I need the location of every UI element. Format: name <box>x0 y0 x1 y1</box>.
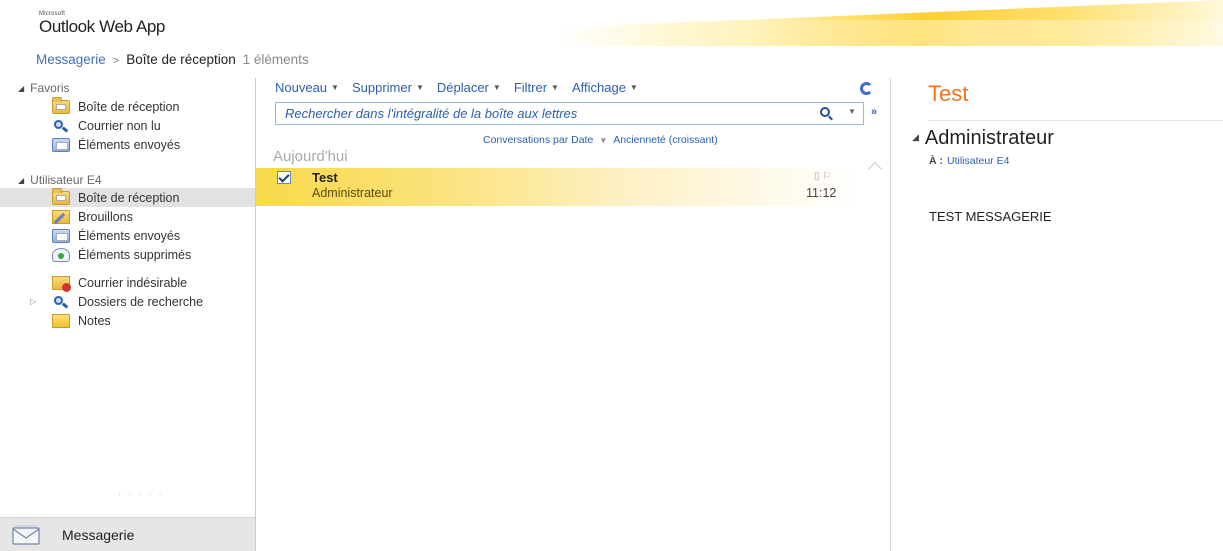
folder-item-junk[interactable]: Courrier indésirable <box>52 273 187 292</box>
mailbox-label: Utilisateur E4 <box>30 173 102 187</box>
message-subject-heading: Test <box>928 81 969 106</box>
folder-item-notes[interactable]: Notes <box>52 311 111 330</box>
chevron-down-icon: ▼ <box>599 136 608 145</box>
message-time: 11:12 <box>806 186 837 200</box>
delete-button[interactable]: Supprimer ▼ <box>352 80 424 95</box>
message-sender: Administrateur <box>312 186 393 200</box>
collapse-triangle-icon: ◢ <box>912 132 919 142</box>
mail-module-button[interactable]: Messagerie <box>0 517 255 551</box>
inbox-folder-icon <box>52 96 70 114</box>
inbox-folder-icon <box>52 187 70 205</box>
list-toolbar: Nouveau ▼ Supprimer ▼ Déplacer ▼ Filtrer ▼ A… <box>275 80 651 95</box>
nav-item-label: Boîte de réception <box>78 99 180 114</box>
breadcrumb-separator: > <box>112 55 120 67</box>
breadcrumb: Messagerie > Boîte de réception 1 éléments <box>36 52 309 67</box>
chevron-down-icon: ▼ <box>492 83 501 92</box>
search-options-chevron-icon[interactable]: ▼ <box>848 107 856 116</box>
deleted-items-icon <box>52 247 70 262</box>
collapse-triangle-icon: ◢ <box>18 175 25 185</box>
message-checkbox[interactable] <box>277 171 291 184</box>
nav-item-label: Boîte de réception <box>78 190 180 205</box>
app-logo: Microsoft Outlook Web App <box>39 11 165 37</box>
nav-item-label: Brouillons <box>78 209 133 224</box>
brand-name: Outlook Web App <box>39 17 165 36</box>
search-input[interactable] <box>276 103 816 124</box>
arrange-by-button[interactable]: Conversations par Date <box>483 134 593 146</box>
favorites-item-sent[interactable]: Éléments envoyés <box>52 135 180 154</box>
search-icon[interactable] <box>820 107 830 117</box>
scroll-up-icon[interactable] <box>867 161 883 177</box>
filter-button[interactable]: Filtrer ▼ <box>514 80 559 95</box>
message-row[interactable]: Test Administrateur ▯ ⚐ 11:12 <box>256 168 856 206</box>
nav-item-label: Courrier indésirable <box>78 275 188 290</box>
flag-icon[interactable]: ▯ ⚐ <box>814 171 831 182</box>
expand-arrow-icon[interactable]: ▷ <box>30 297 36 306</box>
expand-search-icon[interactable]: » <box>871 106 877 118</box>
notes-icon <box>52 313 70 328</box>
sort-order-button[interactable]: Ancienneté (croissant) <box>613 134 717 146</box>
favorites-item-unread[interactable]: Courrier non lu <box>52 116 161 135</box>
nav-item-label: Éléments envoyés <box>78 228 181 243</box>
sort-bar: Conversations par Date ▼ Ancienneté (crois… <box>483 134 718 146</box>
sent-items-icon <box>52 228 70 243</box>
folder-item-sent[interactable]: Éléments envoyés <box>52 226 180 245</box>
folder-item-deleted[interactable]: Éléments supprimés <box>52 245 191 264</box>
favorites-section-header[interactable]: ◢ Favoris <box>18 81 70 95</box>
sender-name: Administrateur <box>924 127 1054 149</box>
mailbox-section-header[interactable]: ◢ Utilisateur E4 <box>18 173 102 187</box>
message-list-pane: Nouveau ▼ Supprimer ▼ Déplacer ▼ Filtrer ▼ A… <box>256 78 891 551</box>
view-button[interactable]: Affichage ▼ <box>572 80 638 95</box>
breadcrumb-current: Boîte de réception <box>126 52 236 67</box>
resize-grip[interactable]: · · · · · <box>118 489 164 500</box>
collapse-triangle-icon: ◢ <box>18 83 25 93</box>
reading-pane: Test ◢ Administrateur À : Utilisateur E4 T… <box>892 78 1223 551</box>
chevron-down-icon: ▼ <box>551 83 559 92</box>
search-folder-icon <box>52 119 70 133</box>
folder-item-search-folders[interactable]: Dossiers de recherche <box>52 292 203 311</box>
chevron-down-icon: ▼ <box>629 83 638 92</box>
app-header: Microsoft Outlook Web App <box>0 0 1223 46</box>
favorites-label: Favoris <box>30 81 70 95</box>
recipients-line: À : Utilisateur E4 <box>929 155 1009 167</box>
message-sender-header[interactable]: ◢ Administrateur <box>912 127 1054 150</box>
nav-item-label: Courrier non lu <box>78 118 161 133</box>
breadcrumb-root-link[interactable]: Messagerie <box>36 52 106 67</box>
item-count: 1 éléments <box>242 52 309 67</box>
recipient-link[interactable]: Utilisateur E4 <box>947 155 1009 167</box>
chevron-down-icon: ▼ <box>415 83 424 92</box>
drafts-icon <box>52 209 70 224</box>
folder-item-drafts[interactable]: Brouillons <box>52 207 133 226</box>
nav-item-label: Éléments supprimés <box>78 247 192 262</box>
search-box: ▼ <box>275 102 864 125</box>
divider <box>928 120 1223 121</box>
message-subject: Test <box>312 170 338 185</box>
folder-item-inbox[interactable]: Boîte de réception <box>0 187 255 207</box>
to-label: À : <box>929 155 943 167</box>
chevron-down-icon: ▼ <box>331 83 339 92</box>
mail-envelope-icon <box>12 524 40 545</box>
new-button[interactable]: Nouveau ▼ <box>275 80 339 95</box>
move-button[interactable]: Déplacer ▼ <box>437 80 501 95</box>
refresh-icon[interactable] <box>860 82 873 95</box>
nav-item-label: Éléments envoyés <box>78 137 181 152</box>
nav-item-label: Dossiers de recherche <box>78 294 204 309</box>
mail-module-label: Messagerie <box>62 526 135 543</box>
junk-mail-icon <box>52 275 71 292</box>
header-decoration-highlight <box>600 20 1223 46</box>
nav-item-label: Notes <box>78 313 111 328</box>
sent-items-icon <box>52 137 70 152</box>
favorites-item-inbox[interactable]: Boîte de réception <box>52 96 180 116</box>
search-folder-icon <box>52 295 70 309</box>
message-body: TEST MESSAGERIE <box>929 209 1052 224</box>
folder-navigation: ◢ Favoris Boîte de réception Courrier no… <box>0 78 256 551</box>
group-header-today: Aujourd'hui <box>273 148 348 165</box>
